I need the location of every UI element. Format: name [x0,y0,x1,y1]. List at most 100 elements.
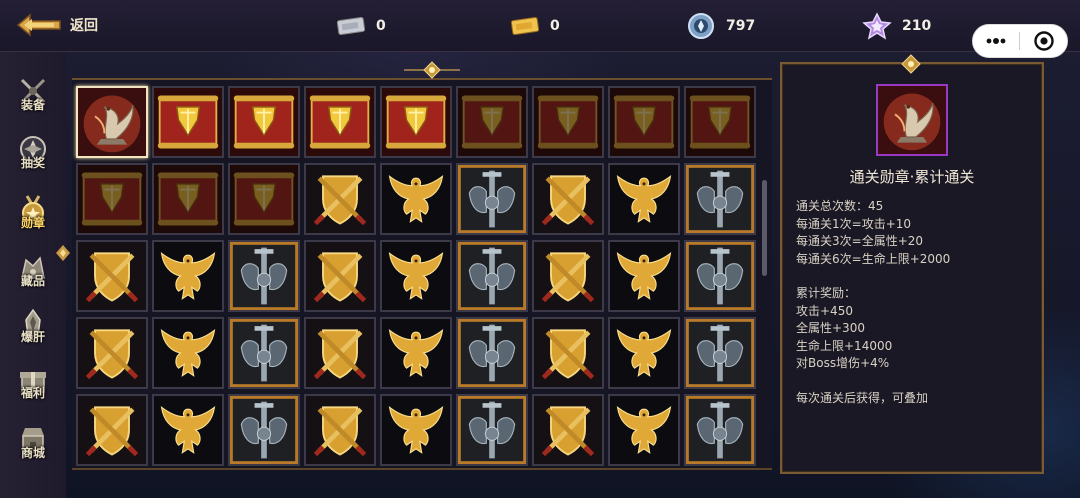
armor-medal-cell[interactable] [456,317,528,389]
shield-medal-icon [78,319,146,387]
shield-medal-cell[interactable] [304,317,376,389]
scroll-medal-icon [78,165,146,233]
gold-ticket-icon [510,12,540,40]
nav-item-equipment[interactable]: 装备 [6,68,60,116]
armor-medal-icon [458,242,526,310]
shield-medal-cell[interactable] [76,394,148,466]
back-button[interactable]: 返回 [14,8,124,42]
eagle-medal-cell[interactable] [380,240,452,312]
target-circle-icon [1034,31,1054,51]
active-nav-marker-icon [56,245,70,261]
eagle-medal-cell[interactable] [380,317,452,389]
shield-medal-icon [306,396,374,464]
nav-item-welfare[interactable]: 福利 [6,356,60,404]
scroll-medal-cell[interactable] [380,86,452,158]
armor-medal-icon [230,396,298,464]
nav-item-collection[interactable]: 藏品 [6,244,60,292]
eagle-medal-icon [154,242,222,310]
detail-line: 每通关3次=全属性+20 [796,234,924,248]
scroll-medal-cell[interactable] [456,86,528,158]
shield-medal-icon [306,242,374,310]
detail-line: 生命上限+14000 [796,338,893,353]
armor-medal-icon [686,396,754,464]
armor-medal-icon [458,165,526,233]
eagle-medal-cell[interactable] [152,317,224,389]
currency-star-gem: 210 [862,12,931,40]
armor-medal-cell[interactable] [228,317,300,389]
shield-medal-cell[interactable] [304,394,376,466]
purple-star-gem-icon [862,12,892,40]
grid-scrollbar[interactable] [762,180,767,276]
nav-label: 爆肝 [20,330,45,344]
scroll-medal-cell[interactable] [608,86,680,158]
mini-program-capsule [972,24,1068,58]
shield-medal-icon [534,242,602,310]
scroll-medal-cell[interactable] [684,86,756,158]
shield-medal-cell[interactable] [532,394,604,466]
scroll-medal-cell[interactable] [228,86,300,158]
scroll-medal-cell[interactable] [532,86,604,158]
eagle-medal-cell[interactable] [152,240,224,312]
scroll-medal-cell[interactable] [152,86,224,158]
more-options-button[interactable] [974,26,1018,56]
eagle-medal-cell[interactable] [608,394,680,466]
shield-medal-cell[interactable] [76,240,148,312]
eagle-medal-cell[interactable] [380,163,452,235]
gold-ticket-count: 0 [550,18,560,34]
crystal-coin-count: 797 [726,18,756,34]
scroll-medal-icon [154,165,222,233]
side-nav: 装备 抽奖 勋章 藏品 爆肝 福利 商城 [0,52,66,498]
armor-medal-icon [230,319,298,387]
eagle-medal-icon [382,165,450,233]
nav-label: 勋章 [20,216,45,230]
scroll-medal-cell[interactable] [152,163,224,235]
nav-label: 抽奖 [20,156,45,170]
shield-medal-cell[interactable] [532,163,604,235]
detail-line: 累计奖励： [796,286,857,300]
nav-item-shop[interactable]: 商城 [6,416,60,464]
scroll-medal-icon [382,88,450,156]
detail-line: 对Boss增伤+4% [796,356,890,370]
armor-medal-cell[interactable] [684,240,756,312]
armor-medal-icon [686,165,754,233]
armor-medal-cell[interactable] [456,163,528,235]
shield-medal-cell[interactable] [532,317,604,389]
phoenix-medal-cell[interactable] [76,86,148,158]
armor-medal-cell[interactable] [684,163,756,235]
nav-item-grind[interactable]: 爆肝 [6,300,60,348]
capsule-divider [1019,32,1021,50]
shield-medal-cell[interactable] [532,240,604,312]
medal-grid [76,86,756,466]
shield-medal-cell[interactable] [304,240,376,312]
detail-line: 全属性+300 [796,321,865,335]
scroll-medal-cell[interactable] [304,86,376,158]
armor-medal-cell[interactable] [228,240,300,312]
nav-item-medal[interactable]: 勋章 [6,186,60,234]
detail-line: 每通关6次=生命上限+2000 [796,251,951,266]
eagle-medal-cell[interactable] [608,317,680,389]
eagle-medal-icon [610,319,678,387]
shield-medal-icon [534,319,602,387]
ornament-icon [404,61,460,79]
shield-medal-icon [306,165,374,233]
eagle-medal-cell[interactable] [380,394,452,466]
armor-medal-cell[interactable] [684,317,756,389]
armor-medal-cell[interactable] [456,394,528,466]
shield-medal-cell[interactable] [76,317,148,389]
nav-item-lottery[interactable]: 抽奖 [6,126,60,174]
shield-medal-cell[interactable] [304,163,376,235]
eagle-medal-cell[interactable] [608,163,680,235]
armor-medal-cell[interactable] [684,394,756,466]
scroll-medal-cell[interactable] [228,163,300,235]
eagle-medal-cell[interactable] [152,394,224,466]
currency-silver-ticket: 0 [336,12,386,40]
eagle-medal-icon [154,396,222,464]
crystal-coin-icon [686,12,716,40]
scroll-medal-cell[interactable] [76,163,148,235]
eagle-medal-cell[interactable] [608,240,680,312]
armor-medal-cell[interactable] [228,394,300,466]
armor-medal-cell[interactable] [456,240,528,312]
close-mini-program-button[interactable] [1022,26,1066,56]
detail-line: 每次通关后获得，可叠加 [796,390,929,405]
